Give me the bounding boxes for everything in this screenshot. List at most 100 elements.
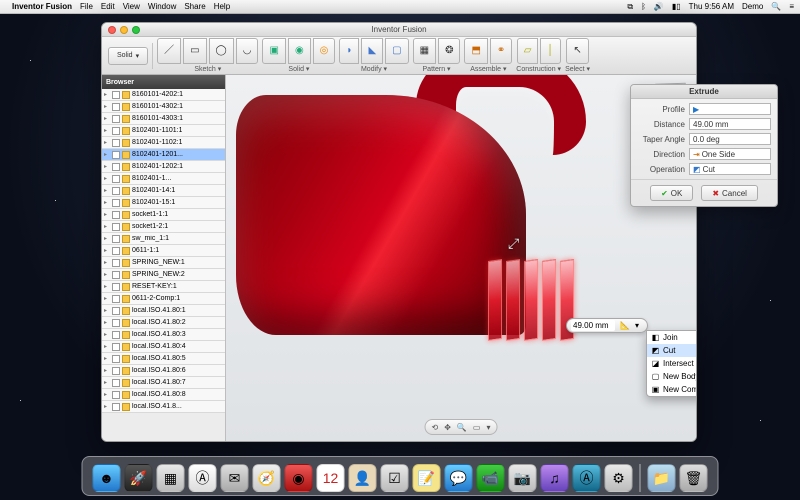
sketch-arc-button[interactable]: ◡ <box>236 38 259 64</box>
operation-dropdown-icon[interactable]: ▾ <box>631 321 643 330</box>
expand-icon[interactable]: ▸ <box>104 163 110 170</box>
browser-item[interactable]: ▸0611-1:1 <box>102 245 225 257</box>
expand-icon[interactable]: ▸ <box>104 187 110 194</box>
dock-finder[interactable]: ☻ <box>93 464 121 492</box>
browser-item[interactable]: ▸local.ISO.41.80:2 <box>102 317 225 329</box>
zoom-icon[interactable]: 🔍 <box>457 423 467 432</box>
visibility-toggle[interactable] <box>112 91 120 99</box>
dock-appstore2[interactable]: Ⓐ <box>573 464 601 492</box>
manipulator-arrow-icon[interactable]: ⤢ <box>508 235 519 252</box>
expand-icon[interactable]: ▸ <box>104 199 110 206</box>
visibility-toggle[interactable] <box>112 403 120 411</box>
dock-appstore[interactable]: Ⓐ <box>189 464 217 492</box>
visibility-toggle[interactable] <box>112 127 120 135</box>
operation-field[interactable]: ◩Cut <box>689 163 771 175</box>
expand-icon[interactable]: ▸ <box>104 295 110 302</box>
visibility-toggle[interactable] <box>112 271 120 279</box>
expand-icon[interactable]: ▸ <box>104 355 110 362</box>
expand-icon[interactable]: ▸ <box>104 115 110 122</box>
expand-icon[interactable]: ▸ <box>104 103 110 110</box>
browser-item[interactable]: ▸8102401-15:1 <box>102 197 225 209</box>
expand-icon[interactable]: ▸ <box>104 223 110 230</box>
visibility-toggle[interactable] <box>112 391 120 399</box>
battery-icon[interactable]: ▮▯ <box>672 2 681 11</box>
fillet-button[interactable]: ◗ <box>339 38 359 64</box>
expand-icon[interactable]: ▸ <box>104 307 110 314</box>
modify-label[interactable]: Modify ▾ <box>361 65 387 73</box>
visibility-toggle[interactable] <box>112 199 120 207</box>
browser-header[interactable]: Browser <box>102 75 225 89</box>
browser-item[interactable]: ▸8102401-1102:1 <box>102 137 225 149</box>
window-titlebar[interactable]: Inventor Fusion <box>102 23 696 37</box>
visibility-toggle[interactable] <box>112 187 120 195</box>
sketch-rect-button[interactable]: ▭ <box>183 38 206 64</box>
expand-icon[interactable]: ▸ <box>104 391 110 398</box>
expand-icon[interactable]: ▸ <box>104 151 110 158</box>
menu-item-join[interactable]: ◧Join <box>647 331 696 344</box>
clock-text[interactable]: Thu 9:56 AM <box>689 2 734 11</box>
shell-button[interactable]: ▢ <box>385 38 408 64</box>
expand-icon[interactable]: ▸ <box>104 211 110 218</box>
menu-edit[interactable]: Edit <box>101 2 115 11</box>
expand-icon[interactable]: ▸ <box>104 91 110 98</box>
display-icon[interactable]: ▾ <box>486 423 490 432</box>
visibility-toggle[interactable] <box>112 343 120 351</box>
ok-button[interactable]: ✔OK <box>650 185 693 201</box>
user-text[interactable]: Demo <box>742 2 763 11</box>
browser-item[interactable]: ▸8102401-1101:1 <box>102 125 225 137</box>
menu-share[interactable]: Share <box>184 2 205 11</box>
visibility-toggle[interactable] <box>112 331 120 339</box>
visibility-toggle[interactable] <box>112 175 120 183</box>
bluetooth-icon[interactable]: ᛒ <box>641 2 646 11</box>
visibility-toggle[interactable] <box>112 319 120 327</box>
browser-item[interactable]: ▸8102401-1202:1 <box>102 161 225 173</box>
visibility-toggle[interactable] <box>112 307 120 315</box>
lookat-icon[interactable]: ▭ <box>473 423 481 432</box>
visibility-toggle[interactable] <box>112 163 120 171</box>
assemble-label[interactable]: Assemble ▾ <box>470 65 506 73</box>
dock-photobooth[interactable]: 📷 <box>509 464 537 492</box>
dock-mail[interactable]: ✉ <box>221 464 249 492</box>
visibility-toggle[interactable] <box>112 115 120 123</box>
menu-help[interactable]: Help <box>214 2 230 11</box>
wifi-icon[interactable]: ⧉ <box>627 2 633 12</box>
browser-item[interactable]: ▸local.ISO.41.80:1 <box>102 305 225 317</box>
menu-item-newcomponent[interactable]: ▣New Component <box>647 383 696 396</box>
expand-icon[interactable]: ▸ <box>104 283 110 290</box>
viewport[interactable]: ⤢ TOP ⟲ ✥ 🔍 ▭ ▾ 📐 ▾ ◧Join ◩Cut <box>226 75 696 441</box>
browser-item[interactable]: ▸local.ISO.41.80:8 <box>102 389 225 401</box>
pattern-label[interactable]: Pattern ▾ <box>423 65 451 73</box>
browser-item[interactable]: ▸8160101-4302:1 <box>102 101 225 113</box>
browser-item[interactable]: ▸RESET-KEY:1 <box>102 281 225 293</box>
model-body[interactable]: ⤢ <box>236 75 576 441</box>
browser-item[interactable]: ▸socket1-2:1 <box>102 221 225 233</box>
browser-item[interactable]: ▸socket1-1:1 <box>102 209 225 221</box>
dock-calendar[interactable]: 12 <box>317 464 345 492</box>
app-menu[interactable]: Inventor Fusion <box>12 2 72 11</box>
browser-item[interactable]: ▸local.ISO.41.8... <box>102 401 225 413</box>
visibility-toggle[interactable] <box>112 139 120 147</box>
expand-icon[interactable]: ▸ <box>104 175 110 182</box>
browser-item[interactable]: ▸local.ISO.41.80:7 <box>102 377 225 389</box>
visibility-toggle[interactable] <box>112 223 120 231</box>
browser-item[interactable]: ▸8160101-4303:1 <box>102 113 225 125</box>
menu-item-newbody[interactable]: ▢New Body <box>647 370 696 383</box>
pattern-rect-button[interactable]: ▦ <box>413 38 436 64</box>
visibility-toggle[interactable] <box>112 247 120 255</box>
volume-icon[interactable]: 🔊 <box>654 2 664 11</box>
taper-field[interactable]: 0.0 deg <box>689 133 771 145</box>
solid-label[interactable]: Solid ▾ <box>288 65 309 73</box>
expand-icon[interactable]: ▸ <box>104 403 110 410</box>
browser-item[interactable]: ▸8102401-1201... <box>102 149 225 161</box>
zoom-button[interactable] <box>132 26 140 34</box>
expand-icon[interactable]: ▸ <box>104 127 110 134</box>
spotlight-icon[interactable]: 🔍 <box>771 2 781 11</box>
browser-item[interactable]: ▸SPRING_NEW:1 <box>102 257 225 269</box>
cancel-button[interactable]: ✖Cancel <box>701 185 758 201</box>
expand-icon[interactable]: ▸ <box>104 259 110 266</box>
expand-icon[interactable]: ▸ <box>104 367 110 374</box>
browser-item[interactable]: ▸8102401-14:1 <box>102 185 225 197</box>
hole-button[interactable]: ◎ <box>313 38 336 64</box>
sketch-circle-button[interactable]: ◯ <box>209 38 234 64</box>
orbit-icon[interactable]: ⟲ <box>432 423 439 432</box>
